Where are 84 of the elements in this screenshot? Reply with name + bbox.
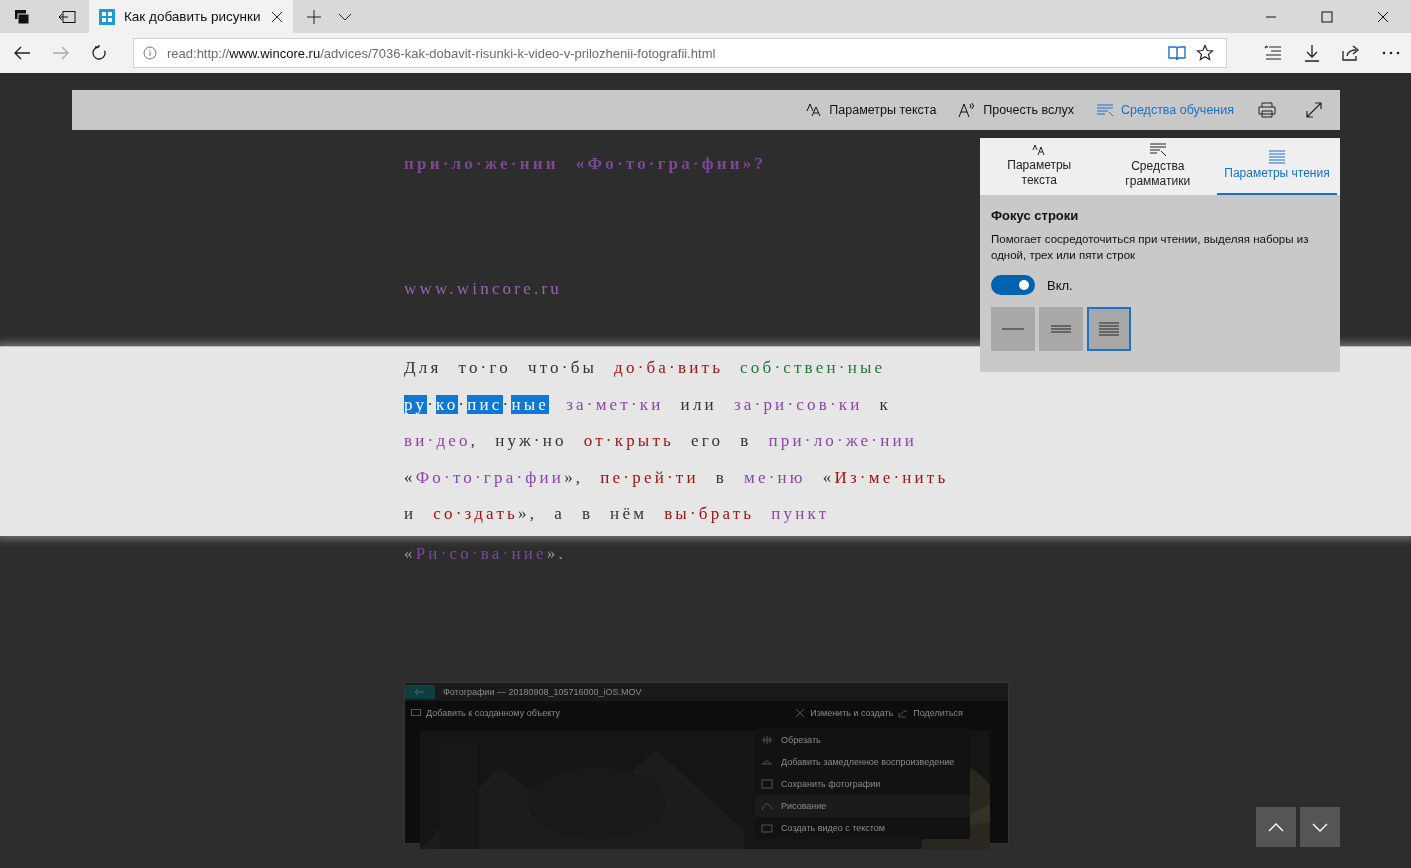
window-title: Фотографии — 20180908_105716000_iOS.MOV [443, 687, 642, 697]
word: в [715, 467, 727, 488]
site-icon [99, 8, 115, 25]
word: пе·рей·ти [600, 467, 699, 488]
star-icon[interactable] [1196, 44, 1214, 62]
trim-icon [761, 735, 773, 745]
fullscreen-icon[interactable] [1306, 102, 1322, 118]
word: или [680, 394, 717, 415]
word: «Из·ме·нить [822, 467, 949, 488]
panel-tab[interactable]: Параметры чтения [1217, 138, 1337, 195]
word: пункт [771, 504, 830, 525]
refresh-icon[interactable] [91, 45, 107, 61]
heading-word: «Фо·то·гра·фии»? [575, 154, 767, 175]
scroll-down-button[interactable] [1300, 807, 1340, 847]
panel-tab[interactable]: Параметры текста [980, 138, 1099, 195]
url-text: read:http://www.wincore.ru/advices/7036-kak-dobavit-risunki-k-video-v-prilozhenii-fotografii.html [167, 45, 716, 61]
lines-icon [1050, 325, 1072, 333]
word: его [691, 431, 724, 452]
word: Для [404, 358, 442, 379]
address-field[interactable]: read:http://www.wincore.ru/advices/7036-kak-dobavit-risunki-k-video-v-prilozhenii-fotografii.html [133, 38, 1227, 68]
back-icon[interactable] [13, 45, 31, 61]
print-icon[interactable] [1258, 102, 1276, 118]
toggle-label: Вкл. [1047, 277, 1073, 293]
download-icon[interactable] [1304, 44, 1320, 62]
share-icon [898, 708, 909, 718]
word: «Фо·то·гра·фии», [404, 467, 584, 488]
set-aside-tabs-icon[interactable] [58, 9, 76, 24]
info-icon[interactable] [143, 46, 157, 60]
share-text: Поделиться [913, 708, 963, 718]
word: ру·ко·пис·ные [404, 394, 550, 415]
word: до·ба·вить [614, 358, 724, 379]
word: а [554, 504, 565, 525]
maximize-icon[interactable] [1321, 10, 1333, 23]
scroll-up-button[interactable] [1256, 807, 1296, 847]
panel-tab[interactable]: Средства грамматики [1098, 138, 1217, 195]
toggle-switch[interactable] [991, 275, 1035, 295]
browser-tab[interactable]: Как добавить рисунки [89, 0, 293, 33]
word: нём [610, 504, 648, 525]
tab-stack-icon[interactable] [14, 8, 30, 25]
toolbar-button[interactable]: Прочесть вслух [958, 102, 1074, 118]
heading-word: при·ло·же·нии [404, 154, 559, 175]
tab-title: Как добавить рисунки [124, 9, 262, 24]
toolbar-button[interactable]: Параметры текста [806, 103, 937, 117]
text-size-icon [1032, 143, 1047, 156]
word: в [740, 431, 752, 452]
chevron-down-icon[interactable] [338, 12, 352, 21]
close-icon[interactable] [1377, 10, 1389, 23]
word: ме·ню [744, 467, 806, 488]
word: «Ри·со·ва·ние». [404, 543, 566, 564]
more-icon[interactable] [1382, 51, 1400, 55]
word: нуж·но [495, 431, 567, 452]
speaker-voice-icon [958, 102, 977, 118]
hub-icon[interactable] [1264, 45, 1282, 61]
word: при·ло·же·нии [768, 431, 918, 452]
close-icon[interactable] [271, 10, 283, 23]
back-icon [405, 685, 435, 699]
word: за·мет·ки [566, 394, 664, 415]
chevron-up-icon [1268, 822, 1284, 832]
word: что·бы [527, 358, 598, 379]
word: со·здать», [433, 504, 538, 525]
word: в [581, 504, 594, 525]
lines-icon [1098, 322, 1120, 336]
new-tab-icon[interactable] [307, 9, 321, 24]
book-icon[interactable] [1168, 45, 1186, 61]
lines-icon [1268, 150, 1286, 164]
lines-icon [1148, 142, 1167, 157]
word: и [404, 504, 417, 525]
word: соб·ствен·ные [740, 358, 886, 379]
lines-icon [1095, 103, 1114, 117]
add-to-creation-text: Добавить к созданному объекту [426, 708, 560, 718]
word: вы·брать [664, 504, 755, 525]
word: от·крыть [583, 431, 675, 452]
source-text: www.wincore.ru [404, 278, 562, 299]
text-size-icon [806, 103, 823, 117]
lines-icon [1002, 328, 1024, 330]
share-icon[interactable] [1342, 45, 1360, 61]
description-text: Помогает сосредоточиться при чтении, выделяя наборы из одной, трех или пяти строк [991, 232, 1310, 263]
edit-create-text: Изменить и создать [810, 708, 894, 718]
word: то·го [458, 358, 511, 379]
section-title: Фокус строки [991, 208, 1080, 223]
word: за·ри·сов·ки [733, 394, 863, 415]
chevron-down-icon [1312, 822, 1328, 832]
word: к [879, 394, 892, 415]
word: ви·део, [404, 431, 479, 452]
